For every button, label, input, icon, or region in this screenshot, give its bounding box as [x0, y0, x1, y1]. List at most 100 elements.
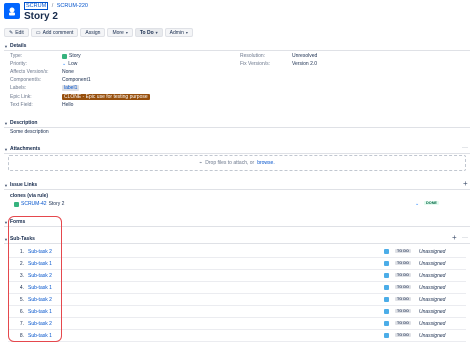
subtask-row[interactable]: 4. Sub-task 1 TO DO Unassigned — [8, 282, 466, 294]
paperclip-icon: ⌁ — [199, 160, 203, 166]
subtask-row[interactable]: 2. Sub-task 1 TO DO Unassigned — [8, 258, 466, 270]
subtask-status-badge[interactable]: TO DO — [395, 260, 411, 265]
collapse-arrow-icon: ▼ — [4, 146, 8, 152]
subtask-assignee: Unassigned — [419, 273, 446, 279]
labels-value: label1 — [62, 85, 80, 91]
subtask-status-badge[interactable]: TO DO — [395, 308, 411, 313]
browse-link[interactable]: browse. — [257, 160, 275, 166]
attachments-section-toggle[interactable]: ▼ Attachments — [4, 146, 40, 152]
subtask-row[interactable]: 7. Sub-task 2 TO DO Unassigned — [8, 318, 466, 330]
subtask-type-icon — [384, 333, 389, 338]
fix-version-value[interactable]: Version 2.0 — [292, 61, 317, 67]
collapse-arrow-icon: ▼ — [4, 182, 8, 188]
epic-link-value: CLONE - Epic use for testing purpose — [62, 94, 150, 100]
priority-value: ⌄ Low — [62, 61, 78, 67]
subtask-highlight-outline — [8, 216, 62, 342]
attachment-dropzone[interactable]: ⌁ Drop files to attach, or browse. — [8, 155, 466, 171]
subtask-assignee: Unassigned — [419, 285, 446, 291]
subtask-status-badge[interactable]: TO DO — [395, 284, 411, 289]
labels-label: Labels: — [10, 85, 27, 91]
issue-links-divider — [4, 189, 470, 190]
add-comment-button[interactable]: ▭ Add comment — [30, 28, 79, 37]
subtask-type-icon — [384, 273, 389, 278]
chevron-down-icon: ▾ — [125, 30, 128, 35]
breadcrumb-issue-key[interactable]: SCRUM-220 — [57, 3, 88, 9]
fix-version-label: Fix Version/s: — [240, 61, 271, 67]
admin-button[interactable]: Admin ▾ — [164, 28, 193, 37]
collapse-arrow-icon: ▼ — [4, 43, 8, 49]
affects-version-value: None — [62, 69, 74, 75]
subtask-row[interactable]: 5. Sub-task 2 TO DO Unassigned — [8, 294, 466, 306]
subtask-type-icon — [384, 297, 389, 302]
chevron-down-icon: ▾ — [155, 30, 158, 35]
pencil-icon: ✎ — [9, 29, 14, 36]
linked-issue-key[interactable]: SCRUM-42 — [21, 201, 47, 207]
issue-links-section-toggle[interactable]: ▼ Issue Links — [4, 182, 37, 188]
subtask-status-badge[interactable]: TO DO — [395, 272, 411, 277]
epic-link-label: Epic Link: — [10, 94, 32, 100]
breadcrumb-project[interactable]: SCRUM — [24, 2, 49, 10]
link-relation: clones (via rule) — [10, 193, 49, 199]
components-value[interactable]: Component1 — [62, 77, 91, 83]
resolution-value: Unresolved — [292, 53, 318, 59]
forms-divider — [4, 226, 470, 227]
subtask-row[interactable]: 1. Sub-task 2 TO DO Unassigned — [8, 246, 466, 258]
subtask-type-icon — [384, 249, 389, 254]
subtask-status-badge[interactable]: TO DO — [395, 296, 411, 301]
subtask-type-icon — [384, 309, 389, 314]
attachments-more-icon[interactable]: ··· — [462, 145, 468, 151]
linked-issue-status: DONE — [424, 201, 439, 205]
subtask-status-badge[interactable]: TO DO — [395, 320, 411, 325]
details-divider — [4, 50, 470, 51]
subtask-type-icon — [384, 285, 389, 290]
add-subtask-icon[interactable]: + — [452, 233, 457, 242]
low-priority-icon: ⌄ — [62, 61, 67, 67]
affects-version-label: Affects Version/s: — [10, 69, 49, 75]
low-priority-icon: ⌄ — [415, 201, 420, 207]
add-link-icon[interactable]: + — [463, 179, 468, 188]
subtask-type-icon — [384, 261, 389, 266]
subtask-status-badge[interactable]: TO DO — [395, 332, 411, 337]
text-field-value: Hello — [62, 102, 74, 108]
subtask-row[interactable]: 8. Sub-task 1 TO DO Unassigned — [8, 330, 466, 342]
chevron-down-icon: ▾ — [185, 30, 188, 35]
type-value: Story — [62, 53, 81, 59]
subtask-row[interactable]: 6. Sub-task 1 TO DO Unassigned — [8, 306, 466, 318]
issue-title: Story 2 — [24, 11, 58, 22]
attachments-divider — [4, 153, 470, 154]
description-text[interactable]: Some description — [10, 129, 49, 135]
resolution-label: Resolution: — [240, 53, 266, 59]
components-label: Component/s: — [10, 77, 42, 83]
issue-toolbar: ✎ Edit ▭ Add comment Assign More ▾ To Do ▾ A… — [4, 28, 193, 37]
done-status-badge: DONE — [424, 201, 439, 205]
description-section-toggle[interactable]: ▼ Description — [4, 120, 37, 126]
type-label: Type: — [10, 53, 23, 59]
epic-chip[interactable]: CLONE - Epic use for testing purpose — [62, 94, 150, 100]
description-divider — [4, 127, 470, 128]
subtask-type-icon — [384, 321, 389, 326]
subtask-status-badge[interactable]: TO DO — [395, 248, 411, 253]
project-avatar-icon[interactable] — [4, 3, 20, 19]
story-icon — [62, 53, 67, 59]
subtask-assignee: Unassigned — [419, 297, 446, 303]
subtask-assignee: Unassigned — [419, 309, 446, 315]
story-icon — [14, 201, 19, 207]
details-section-toggle[interactable]: ▼ Details — [4, 43, 26, 49]
text-field-label: Text Field: — [10, 102, 33, 108]
breadcrumb-separator: / — [51, 3, 54, 9]
subtask-assignee: Unassigned — [419, 249, 446, 255]
linked-issue[interactable]: SCRUM-42 Story 2 — [14, 201, 64, 207]
linked-issue-title: Story 2 — [48, 201, 65, 207]
status-button[interactable]: To Do ▾ — [134, 28, 163, 37]
linked-issue-priority: ⌄ — [415, 201, 419, 207]
assign-button[interactable]: Assign — [80, 28, 106, 37]
subtask-assignee: Unassigned — [419, 321, 446, 327]
subtasks-more-icon[interactable]: ··· — [462, 235, 468, 241]
subtasks-divider — [4, 243, 470, 244]
subtask-assignee: Unassigned — [419, 261, 446, 267]
label-chip[interactable]: label1 — [62, 85, 80, 91]
subtask-assignee: Unassigned — [419, 333, 446, 339]
edit-button[interactable]: ✎ Edit — [4, 28, 29, 37]
more-button[interactable]: More ▾ — [107, 28, 133, 37]
subtask-row[interactable]: 3. Sub-task 2 TO DO Unassigned — [8, 270, 466, 282]
